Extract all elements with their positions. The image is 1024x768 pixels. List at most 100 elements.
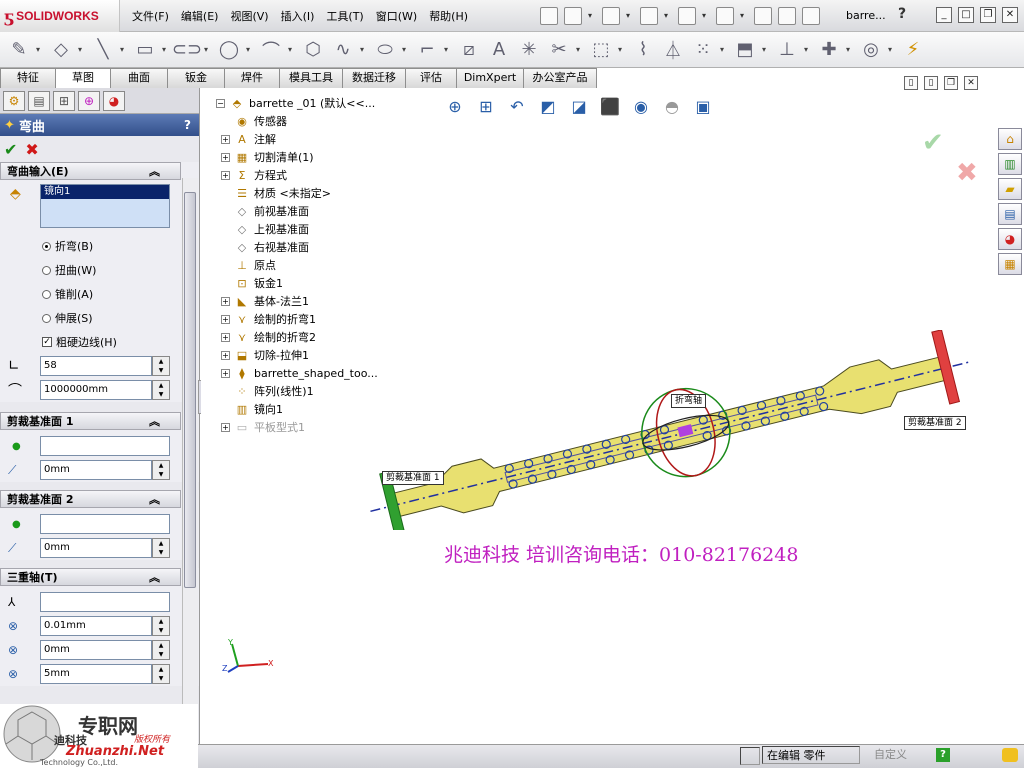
collapse-icon[interactable]: ︽ <box>149 491 160 507</box>
angle-input[interactable]: 58 <box>40 356 152 376</box>
view-palette-icon[interactable]: ▤ <box>998 203 1022 225</box>
snaps-dropdown-icon[interactable]: ▾ <box>888 45 896 54</box>
close-button[interactable]: ✕ <box>1002 7 1018 23</box>
undo-icon[interactable] <box>716 7 734 25</box>
move-entities-icon[interactable]: ⬒ <box>732 37 758 63</box>
ellipse-dropdown-icon[interactable]: ▾ <box>402 45 410 54</box>
option-bend[interactable]: 折弯(B) <box>0 234 199 258</box>
tree-item[interactable]: + ⧫ barrette_shaped_too... <box>216 364 378 382</box>
tab-sketch[interactable]: 草图 <box>55 68 111 88</box>
triad-z-input[interactable]: 5mm <box>40 664 152 684</box>
help-icon[interactable]: ? <box>184 118 191 132</box>
tree-item[interactable]: ◉ 传感器 <box>216 112 378 130</box>
help-icon[interactable]: ? <box>898 6 906 22</box>
stretch-radio[interactable] <box>42 313 51 323</box>
tab-sheet-metal[interactable]: 钣金 <box>167 68 225 88</box>
bend-axis-callout[interactable]: 折弯轴 <box>671 394 707 408</box>
move-dropdown-icon[interactable]: ▾ <box>762 45 770 54</box>
angle-spinner[interactable]: ▲ ▼ <box>152 356 170 376</box>
status-help-badge[interactable]: ? <box>936 748 950 762</box>
ok-check-icon[interactable]: ✔ <box>4 140 17 159</box>
expand-toggle-icon[interactable]: + <box>221 134 230 144</box>
trim-plane-2-callout[interactable]: 剪裁基准面 2 <box>904 416 966 430</box>
tree-item[interactable]: + ⬓ 切除-拉伸1 <box>216 346 378 364</box>
smart-dimension-icon[interactable]: ◇ <box>48 37 74 63</box>
hide-show-items-icon[interactable]: ◉ <box>630 96 652 118</box>
convert-dropdown-icon[interactable]: ▾ <box>618 45 626 54</box>
tab-mold-tools[interactable]: 模具工具 <box>279 68 343 88</box>
repair-dropdown-icon[interactable]: ▾ <box>846 45 854 54</box>
expand-toggle-icon[interactable]: − <box>216 98 225 108</box>
tree-item[interactable]: ⊥ 原点 <box>216 256 378 274</box>
viewport-split-icon[interactable]: ▯ <box>904 76 918 90</box>
expand-toggle-icon[interactable]: + <box>221 314 230 324</box>
new-document-icon[interactable] <box>564 7 582 25</box>
confirm-cancel-icon[interactable]: ✖ <box>956 158 978 188</box>
open-dropdown-icon[interactable]: ▾ <box>626 7 634 25</box>
trim-plane-1-spinner[interactable]: ▲ ▼ <box>152 460 170 480</box>
tab-features[interactable]: 特征 <box>0 68 56 88</box>
triad-reference[interactable] <box>40 592 170 612</box>
previous-view-icon[interactable]: ↶ <box>506 96 528 118</box>
tree-item[interactable]: ⁘ 阵列(线性)1 <box>216 382 378 400</box>
tree-item[interactable]: + ⋎ 绘制的折弯2 <box>216 328 378 346</box>
section-view-icon[interactable]: ◩ <box>537 96 559 118</box>
options-icon[interactable] <box>802 7 820 25</box>
viewport-close-icon[interactable]: ✕ <box>964 76 978 90</box>
option-stretch[interactable]: 伸展(S) <box>0 306 199 330</box>
design-library-icon[interactable]: ▥ <box>998 153 1022 175</box>
line-icon[interactable]: ╲ <box>90 37 116 63</box>
viewport-restore-icon[interactable]: ❐ <box>944 76 958 90</box>
expand-toggle-icon[interactable]: + <box>221 170 230 180</box>
selected-body[interactable]: 镜向1 <box>41 185 169 199</box>
print-dropdown-icon[interactable]: ▾ <box>702 7 710 25</box>
line-dropdown-icon[interactable]: ▾ <box>120 45 128 54</box>
radius-input[interactable]: 1000000mm <box>40 380 152 400</box>
property-manager-tab-icon[interactable]: ▤ <box>28 91 50 111</box>
maximize-button[interactable]: □ <box>958 7 974 23</box>
tree-item[interactable]: + ▭ 平板型式1 <box>216 418 378 436</box>
solidworks-logo[interactable]: ƽ SOLIDWORKS <box>0 0 120 32</box>
menu-tools[interactable]: 工具(T) <box>320 8 369 24</box>
linear-pattern-icon[interactable]: ⁙ <box>690 37 716 63</box>
collapse-icon[interactable]: ︽ <box>149 163 160 179</box>
fillet-dropdown-icon[interactable]: ▾ <box>444 45 452 54</box>
menu-view[interactable]: 视图(V) <box>224 8 274 24</box>
zoom-to-area-icon[interactable]: ⊞ <box>475 96 497 118</box>
arc-icon[interactable]: ⌒ <box>258 37 284 63</box>
expand-toggle-icon[interactable]: + <box>221 350 230 360</box>
trim-plane-1-reference[interactable] <box>40 436 170 456</box>
tree-item[interactable]: − ⬘ barrette _01 (默认<<... <box>216 94 378 112</box>
tab-dimxpert[interactable]: DimXpert <box>456 68 524 88</box>
tree-item[interactable]: + ⋎ 绘制的折弯1 <box>216 310 378 328</box>
relations-dropdown-icon[interactable]: ▾ <box>804 45 812 54</box>
edit-appearance-icon[interactable]: ◓ <box>661 96 683 118</box>
rectangle-icon[interactable]: ▭ <box>132 37 158 63</box>
point-icon[interactable]: ✳ <box>516 37 542 63</box>
tree-item[interactable]: ◇ 右视基准面 <box>216 238 378 256</box>
confirm-ok-icon[interactable]: ✔ <box>922 128 944 158</box>
trim-plane-2-header[interactable]: 剪裁基准面 2 ︽ <box>0 490 181 508</box>
minimize-button[interactable]: _ <box>936 7 952 23</box>
triad-y-spinner[interactable]: ▲ ▼ <box>152 640 170 660</box>
menu-help[interactable]: 帮助(H) <box>423 8 474 24</box>
pin-icon[interactable] <box>540 7 558 25</box>
triad-x-spinner[interactable]: ▲ ▼ <box>152 616 170 636</box>
new-dropdown-icon[interactable]: ▾ <box>588 7 596 25</box>
expand-toggle-icon[interactable]: + <box>221 368 230 378</box>
trim-plane-1-distance[interactable]: 0mm <box>40 460 152 480</box>
tab-weldments[interactable]: 焊件 <box>224 68 280 88</box>
collapse-icon[interactable]: ︽ <box>149 569 160 585</box>
custom-status[interactable]: 自定义 <box>870 746 928 764</box>
quick-snaps-icon[interactable]: ◎ <box>858 37 884 63</box>
triad-x-input[interactable]: 0.01mm <box>40 616 152 636</box>
expand-toggle-icon[interactable]: + <box>221 152 230 162</box>
taper-radio[interactable] <box>42 289 51 299</box>
circle-icon[interactable]: ◯ <box>216 37 242 63</box>
mirror-icon[interactable]: ⏃ <box>660 37 686 63</box>
polygon-icon[interactable]: ⬡ <box>300 37 326 63</box>
pattern-dropdown-icon[interactable]: ▾ <box>720 45 728 54</box>
bodies-selection-box[interactable]: 镜向1 <box>40 184 170 228</box>
repair-sketch-icon[interactable]: ✚ <box>816 37 842 63</box>
tree-item[interactable]: + ▦ 切割清单(1) <box>216 148 378 166</box>
